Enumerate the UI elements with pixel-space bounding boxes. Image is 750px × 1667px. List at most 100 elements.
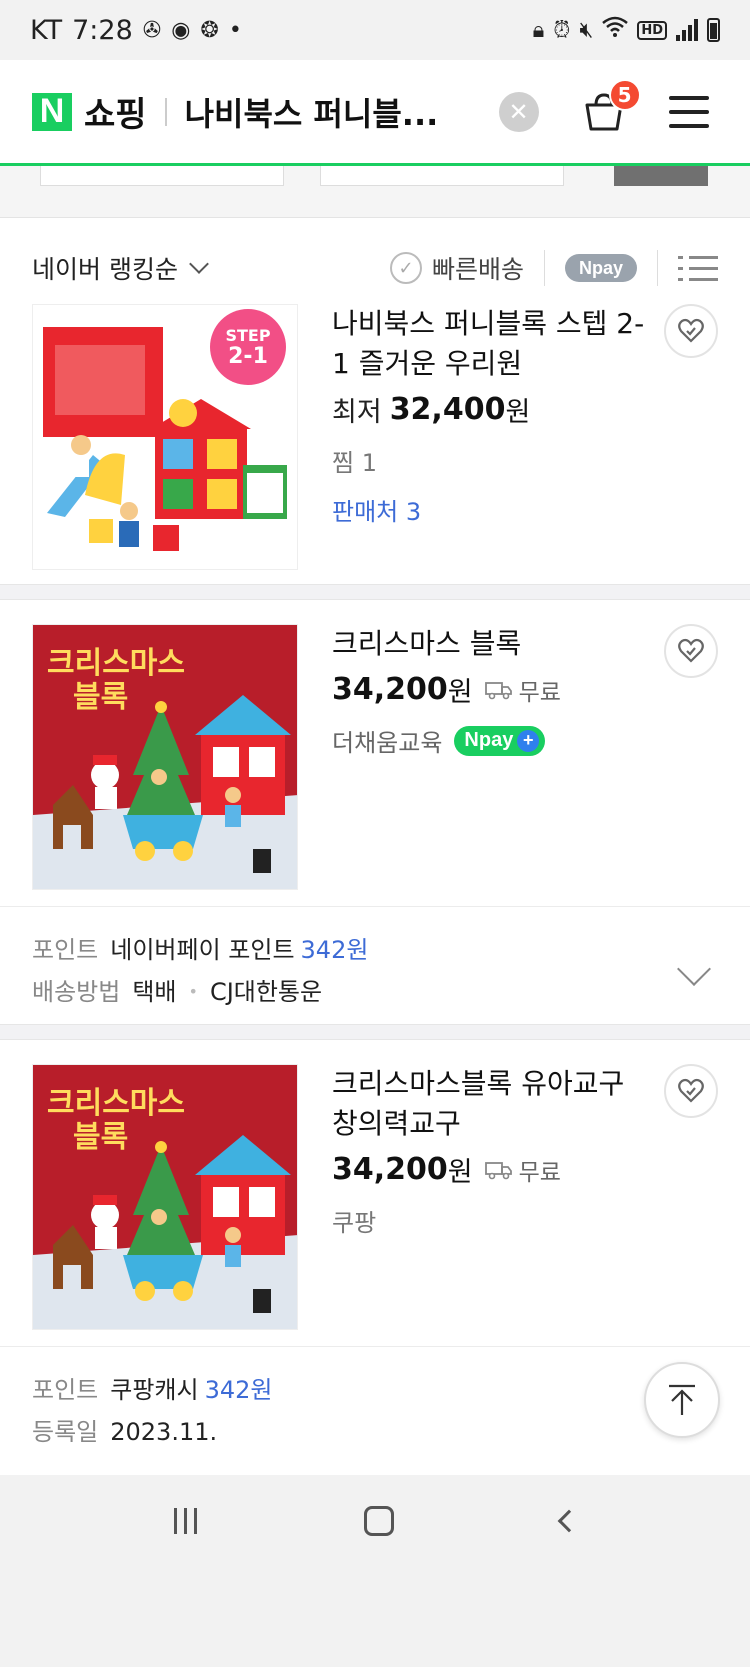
heart-check-icon — [678, 1078, 704, 1103]
mute-icon: 🔇︎ — [579, 17, 594, 43]
product-title[interactable]: 크리스마스블록 유아교구 창의력교구 — [332, 1064, 652, 1144]
price-unit: 원 — [447, 1157, 473, 1188]
filter-max-input[interactable] — [320, 166, 564, 186]
arrow-up-icon — [669, 1384, 695, 1415]
gear-icon: ❂ — [200, 17, 219, 43]
npay-plus-badge: Npay + — [454, 725, 546, 756]
price-unit: 원 — [447, 677, 473, 708]
seller-count-link[interactable]: 판매처 3 — [332, 492, 652, 527]
truck-icon — [484, 1161, 512, 1179]
sort-divider — [657, 250, 658, 286]
npay-label: Npay — [464, 729, 514, 751]
filter-apply-button[interactable] — [614, 166, 708, 186]
notification-icon: ◉ — [171, 17, 191, 43]
seller-name[interactable]: 더채움교육 — [332, 723, 442, 758]
product-title[interactable]: 나비북스 퍼니블록 스텝 2-1 즐거운 우리원 — [332, 304, 652, 384]
point-key: 포인트 — [32, 1376, 99, 1404]
heart-check-icon — [678, 318, 704, 343]
svg-text:블록: 블록 — [73, 1120, 128, 1155]
price-row: 최저 32,400 원 — [332, 390, 652, 429]
svg-text:STEP: STEP — [225, 326, 270, 345]
product-price: 34,200 — [332, 1152, 448, 1187]
fast-delivery-toggle[interactable]: ✓ 빠른배송 — [389, 250, 524, 286]
alarm-icon: ⏰︎ — [553, 17, 571, 43]
svg-text:크리스마스: 크리스마스 — [47, 1086, 185, 1121]
free-shipping: 무료 — [484, 673, 561, 707]
header-divider — [164, 97, 167, 126]
menu-button[interactable] — [668, 95, 709, 128]
zzim-button[interactable] — [664, 304, 718, 358]
point-key: 포인트 — [32, 936, 99, 964]
system-nav-bar — [0, 1475, 750, 1567]
reg-date-key: 등록일 — [32, 1418, 99, 1446]
product-thumbnail[interactable]: STEP 2-1 — [32, 304, 298, 570]
section-divider — [0, 584, 750, 600]
scroll-to-top-button[interactable] — [644, 1362, 720, 1438]
seller-row: 더채움교육 Npay + — [332, 723, 652, 758]
price-prefix: 최저 — [332, 397, 382, 428]
zzim-button[interactable] — [664, 1064, 718, 1118]
cart-count-badge: 5 — [608, 78, 641, 111]
product-card[interactable]: STEP 2-1 나비북스 퍼니블록 스텝 2-1 즐거운 우리원 최저 32,… — [0, 290, 750, 584]
clear-search-button[interactable]: ✕ — [498, 91, 539, 132]
naver-logo[interactable]: N — [32, 92, 72, 131]
product-title[interactable]: 크리스마스 블록 — [332, 624, 652, 664]
svg-text:2-1: 2-1 — [228, 344, 268, 369]
plus-icon: + — [517, 729, 540, 752]
point-row: 포인트 네이버페이 포인트 342원 — [32, 929, 718, 971]
filter-strip — [0, 166, 750, 218]
product-info: 크리스마스블록 유아교구 창의력교구 34,200 원 무료 쿠팡 — [332, 1064, 652, 1238]
check-icon: ✓ — [389, 252, 422, 284]
product-extra-info[interactable]: 포인트 쿠팡캐시 342원 등록일 2023.11. — [0, 1346, 750, 1466]
list-view-icon[interactable] — [678, 255, 718, 281]
section-divider — [0, 1024, 750, 1040]
point-name: 네이버페이 포인트 — [110, 936, 295, 964]
product-price: 32,400 — [389, 392, 506, 427]
wifi-icon — [602, 16, 629, 44]
product-extra-info[interactable]: 포인트 네이버페이 포인트 342원 배송방법 택배 • CJ대한통운 — [0, 906, 750, 1024]
courier-name: CJ대한통운 — [209, 978, 323, 1006]
hd-badge: HD — [637, 20, 667, 40]
svg-text:크리스마스: 크리스마스 — [47, 646, 185, 681]
price-unit: 원 — [505, 397, 531, 428]
point-value: 342원 — [300, 936, 369, 964]
battery-icon — [707, 18, 720, 42]
sort-label: 네이버 랭킹순 — [32, 255, 178, 284]
separator-dot: • — [188, 982, 198, 1001]
reg-date-value: 2023.11. — [110, 1418, 218, 1446]
service-label[interactable]: 쇼핑 — [84, 87, 147, 136]
cart-button[interactable]: 5 — [581, 78, 641, 135]
zzim-count: 찜 1 — [332, 449, 377, 477]
more-dot-icon: • — [228, 17, 242, 43]
filter-min-input[interactable] — [40, 166, 284, 186]
search-query-field[interactable]: 나비북스 퍼니블... — [185, 89, 475, 135]
product-card[interactable]: 크리스마스 블록 크리스마스블록 유아교구 창의력교구 34,200 원 무료 … — [0, 1040, 750, 1346]
seller-name[interactable]: 쿠팡 — [332, 1203, 652, 1238]
shipping-label: 무료 — [518, 679, 561, 706]
product-thumbnail[interactable]: 크리스마스 블록 — [32, 624, 298, 890]
heart-check-icon — [678, 638, 704, 663]
delivery-method: 택배 — [132, 978, 177, 1006]
back-button[interactable] — [557, 1509, 580, 1533]
carrier-label: KT — [30, 14, 63, 46]
nav-bar-fill — [0, 1567, 750, 1667]
reg-date-row: 등록일 2023.11. — [32, 1411, 718, 1453]
fan-icon: ✇ — [142, 17, 162, 43]
sort-dropdown[interactable]: 네이버 랭킹순 — [32, 250, 209, 286]
svg-text:블록: 블록 — [73, 680, 128, 715]
shipping-label: 무료 — [518, 1159, 561, 1186]
zzim-button[interactable] — [664, 624, 718, 678]
product-thumbnail[interactable]: 크리스마스 블록 — [32, 1064, 298, 1330]
clock: 7:28 — [72, 14, 133, 46]
lock-icon: 🔒︎ — [532, 17, 545, 43]
home-button[interactable] — [363, 1506, 394, 1536]
recent-apps-button[interactable] — [173, 1508, 197, 1534]
status-bar: KT 7:28 ✇ ◉ ❂ • 🔒︎ ⏰︎ 🔇︎ HD — [0, 0, 750, 60]
free-shipping: 무료 — [484, 1153, 561, 1187]
app-header: N 쇼핑 나비북스 퍼니블... ✕ 5 — [0, 60, 750, 166]
delivery-row: 배송방법 택배 • CJ대한통운 — [32, 971, 718, 1013]
price-row: 34,200 원 무료 — [332, 670, 652, 709]
signal-icon — [676, 19, 698, 41]
product-card[interactable]: 크리스마스 블록 크리스마스 블록 34,200 원 무료 더채움교육 Npay… — [0, 600, 750, 906]
npay-filter-button[interactable]: Npay — [565, 254, 637, 282]
